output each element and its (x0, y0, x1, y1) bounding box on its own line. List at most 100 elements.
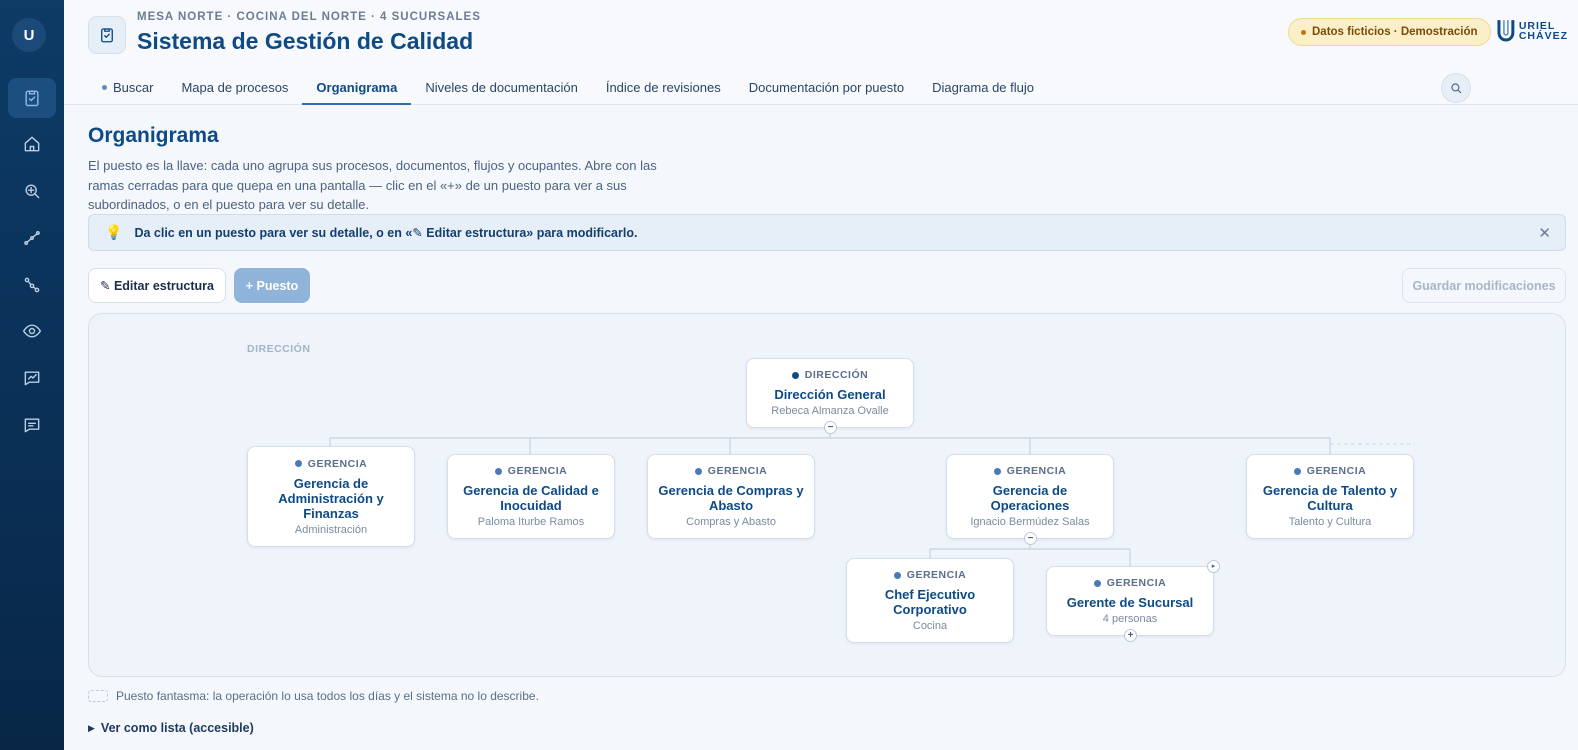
node-name: Gerencia de Talento y Cultura (1262, 483, 1398, 513)
tab-label: Documentación por puesto (748, 80, 905, 95)
tab-label: Índice de revisiones (605, 80, 721, 95)
node-name: Gerencia de Administración y Finanzas (278, 475, 384, 521)
node-kind: GERENCIA (1093, 577, 1167, 589)
level-label: DIRECCIÓN (247, 343, 311, 355)
node-kind: GERENCIA (1293, 465, 1367, 477)
comment-icon (24, 418, 40, 433)
node-kind-label: GERENCIA (906, 569, 967, 581)
org-node-gerente-sucursal[interactable]: GERENCIA Gerente de Sucursal 4 personas (1046, 566, 1214, 636)
node-dot (1093, 579, 1101, 587)
close-icon[interactable]: ✕ (1538, 224, 1551, 242)
brand-logo: URIEL CHÁVEZ (1496, 16, 1568, 46)
trend-line-icon (24, 231, 40, 245)
node-kind-label: GERENCIA (1306, 465, 1367, 477)
sidebar-item-home[interactable] (8, 124, 56, 164)
node-name: Dirección General (774, 387, 886, 402)
collapse-toggle-operaciones[interactable]: − (1024, 532, 1037, 545)
node-kind-label: DIRECCIÓN (804, 369, 869, 381)
node-name: Gerencia de Calidad e Inocuidad (463, 483, 599, 513)
legend-text: Puesto fantasma: la operación lo usa tod… (116, 689, 539, 703)
demo-badge: Datos ficticios · Demostración (1288, 18, 1491, 46)
node-subtitle: Talento y Cultura (1288, 516, 1372, 528)
tab-buscar[interactable]: Buscar (88, 70, 167, 105)
tab-mapa-procesos[interactable]: Mapa de procesos (167, 70, 302, 105)
page-description: El puesto es la llave: cada uno agrupa s… (88, 158, 657, 212)
app-title: Sistema de Gestión de Calidad (137, 28, 474, 54)
node-kind-label: GERENCIA (1006, 465, 1067, 477)
expand-toggle-sucursal[interactable]: + (1124, 629, 1137, 642)
tab-bullet (102, 85, 107, 90)
logo-line-2: CHÁVEZ (1518, 30, 1568, 42)
list-view-toggle[interactable]: ▶ Ver como lista (accesible) (88, 721, 254, 735)
org-node-admin-finanzas[interactable]: GERENCIA Gerencia de Administración y Fi… (247, 446, 415, 547)
page-title: Organigrama (88, 124, 219, 147)
eye-icon (22, 324, 42, 338)
node-subtitle: Cocina (912, 620, 948, 632)
collapse-toggle-direccion[interactable]: − (824, 421, 837, 434)
tab-label: Organigrama (316, 80, 398, 95)
tab-organigrama[interactable]: Organigrama (302, 70, 412, 105)
node-name: Gerencia de Compras y Abasto (658, 483, 804, 513)
header: MESA NORTE · COCINA DEL NORTE · 4 SUCURS… (64, 0, 1578, 105)
logo-mark-icon (1497, 20, 1515, 42)
org-node-talento-cultura[interactable]: GERENCIA Gerencia de Talento y Cultura T… (1246, 454, 1414, 539)
sidebar-item-quality[interactable] (8, 78, 56, 118)
tab-diagrama-flujo[interactable]: Diagrama de flujo (918, 70, 1048, 105)
node-dot (1293, 467, 1301, 475)
node-kind-label: GERENCIA (1106, 577, 1167, 589)
clipboard-check-icon (25, 90, 39, 107)
node-kind: GERENCIA (694, 465, 768, 477)
tab-label: Buscar (113, 80, 154, 95)
sidebar-item-process[interactable] (8, 218, 56, 258)
badge-label: Datos ficticios · Demostración (1312, 26, 1478, 38)
hint-text: Da clic en un puesto para ver su detalle… (134, 226, 638, 240)
node-subtitle: Paloma Iturbe Ramos (477, 516, 585, 528)
add-position-button[interactable]: + Puesto (234, 268, 310, 303)
logo-text: URIEL CHÁVEZ (1518, 21, 1568, 42)
node-kind-label: GERENCIA (707, 465, 768, 477)
tab-niveles-documentacion[interactable]: Niveles de documentación (411, 70, 591, 105)
sidebar-item-flow[interactable] (8, 265, 56, 305)
sidebar: U (0, 0, 64, 750)
org-node-direccion-general[interactable]: DIRECCIÓN Dirección General Rebeca Alman… (746, 358, 914, 428)
tab-indice-revisiones[interactable]: Índice de revisiones (592, 70, 735, 105)
sidebar-item-comments[interactable] (8, 405, 56, 445)
node-dot (294, 460, 302, 467)
node-subtitle: Ignacio Bermúdez Salas (970, 516, 1090, 528)
hint-banner: 💡 Da clic en un puesto para ver su detal… (88, 214, 1566, 251)
node-dot (694, 467, 702, 475)
node-kind: DIRECCIÓN (791, 369, 869, 381)
tab-label: Niveles de documentación (425, 80, 578, 95)
node-dot (494, 467, 502, 475)
org-node-chef-ejecutivo[interactable]: GERENCIA Chef Ejecutivo Corporativo Coci… (846, 558, 1014, 643)
node-dot (791, 371, 799, 379)
app-eyebrow: MESA NORTE · COCINA DEL NORTE · 4 SUCURS… (137, 11, 481, 23)
node-dot (893, 571, 901, 579)
zoom-in-icon (25, 184, 40, 199)
org-node-operaciones[interactable]: GERENCIA Gerencia de Operaciones Ignacio… (946, 454, 1114, 539)
ghost-legend: Puesto fantasma: la operación lo usa tod… (88, 689, 539, 703)
triangle-right-icon: ▶ (88, 722, 95, 733)
sidebar-item-view[interactable] (8, 311, 56, 351)
edit-structure-button[interactable]: ✎ Editar estructura (88, 268, 226, 303)
search-button[interactable] (1441, 73, 1471, 103)
tab-bar: Buscar Mapa de procesos Organigrama Nive… (88, 70, 1048, 105)
avatar[interactable]: U (12, 18, 46, 52)
sidebar-item-indicators[interactable] (8, 358, 56, 398)
node-subtitle: Administración (294, 523, 368, 536)
tab-documentacion-puesto[interactable]: Documentación por puesto (735, 70, 918, 105)
org-node-calidad-inocuidad[interactable]: GERENCIA Gerencia de Calidad e Inocuidad… (447, 454, 615, 539)
sidebar-item-search[interactable] (8, 171, 56, 211)
list-toggle-label: Ver como lista (accesible) (100, 721, 254, 735)
search-icon (1451, 83, 1462, 94)
play-icon[interactable]: ▸ (1207, 560, 1220, 573)
org-node-compras-abasto[interactable]: GERENCIA Gerencia de Compras y Abasto Co… (647, 454, 815, 539)
node-subtitle: Compras y Abasto (686, 516, 776, 528)
clipboard-check-icon (101, 28, 113, 43)
tab-label: Mapa de procesos (181, 80, 289, 95)
node-subtitle: 4 personas (1102, 613, 1158, 625)
node-name: Gerencia de Operaciones (990, 483, 1070, 513)
save-changes-button[interactable]: Guardar modificaciones (1402, 268, 1566, 303)
tab-label: Diagrama de flujo (932, 80, 1034, 95)
node-name: Gerente de Sucursal (1066, 595, 1194, 610)
